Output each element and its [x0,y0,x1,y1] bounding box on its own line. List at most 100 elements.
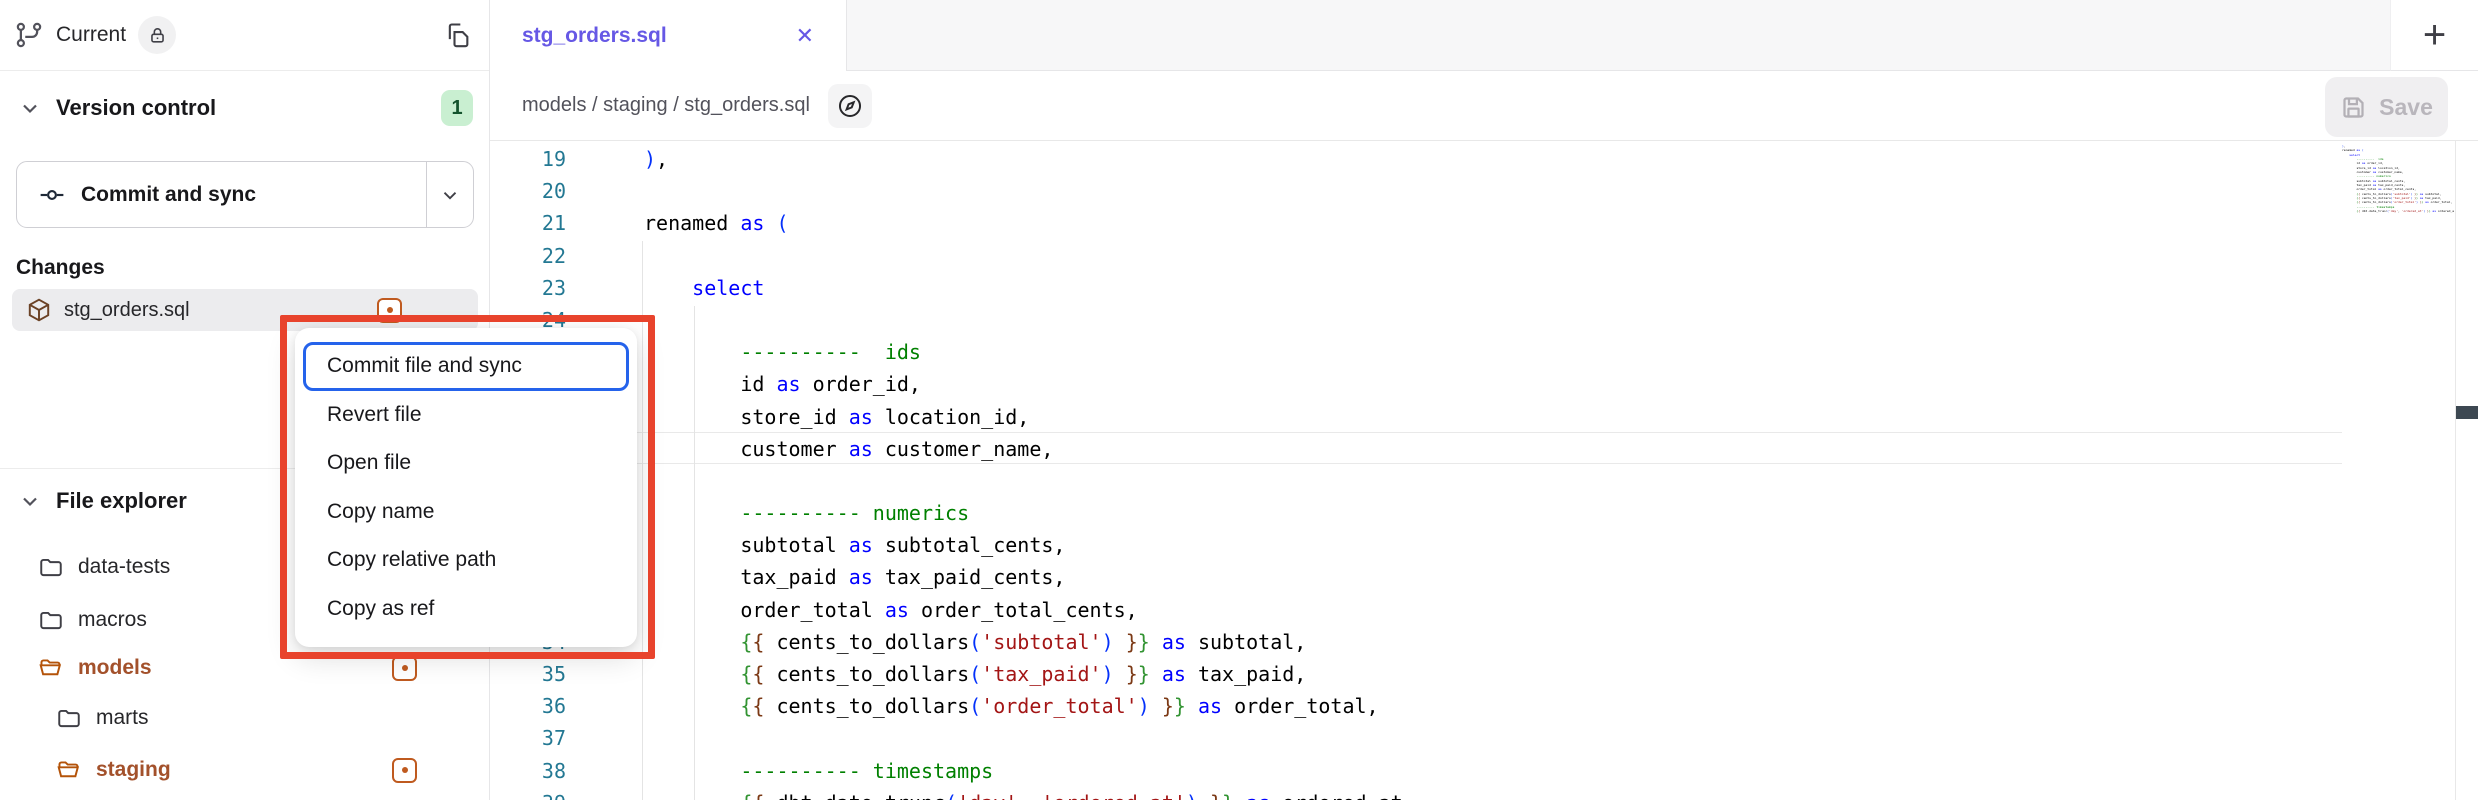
context-menu-item-open-file[interactable]: Open file [303,439,629,488]
minimap-line: {{ dbt.date_trunc('day', 'ordered_at') }… [2342,209,2454,213]
line-number: 21 [490,207,566,239]
line-content: {{ cents_to_dollars('tax_paid') }} as ta… [566,658,1306,690]
folder-item-models[interactable]: models [0,647,489,689]
code-line-23[interactable]: 23 select [490,272,2478,304]
folder-label: models [78,656,152,680]
code-line-36[interactable]: 36 {{ cents_to_dollars('order_total') }}… [490,690,2478,722]
line-content: renamed as ( [566,207,789,239]
copy-pages-icon [444,21,472,49]
lock-icon [148,26,167,45]
code-editor[interactable]: 19),2021renamed as (2223 select2425 ----… [490,141,2478,800]
context-menu-item-copy-name[interactable]: Copy name [303,488,629,537]
modified-file-icon [377,298,402,323]
minimap[interactable]: ),renamed as ( select ---------- ids id … [2342,144,2454,269]
line-number: 19 [490,143,566,175]
tab-stg-orders[interactable]: stg_orders.sql ✕ [490,0,847,71]
line-content: select [566,272,764,304]
chevron-down-icon [18,489,42,513]
line-number: 22 [490,240,566,272]
code-line-27[interactable]: 27 store_id as location_id, [490,401,2478,433]
tab-title: stg_orders.sql [522,24,667,48]
changes-count-badge: 1 [441,90,473,126]
line-content: {{ cents_to_dollars('order_total') }} as… [566,690,1379,722]
folder-open-icon [56,757,82,783]
code-line-31[interactable]: 31 subtotal as subtotal_cents, [490,529,2478,561]
line-number: 23 [490,272,566,304]
code-lines: 19),2021renamed as (2223 select2425 ----… [490,143,2478,800]
tab-bar: stg_orders.sql ✕ + [490,0,2478,71]
code-line-30[interactable]: 30 ---------- numerics [490,497,2478,529]
code-line-35[interactable]: 35 {{ cents_to_dollars('tax_paid') }} as… [490,658,2478,690]
code-line-34[interactable]: 34 {{ cents_to_dollars('subtotal') }} as… [490,626,2478,658]
line-content [566,175,644,207]
branch-name: Current [56,23,126,47]
overview-ruler-marker [2456,406,2478,419]
commit-and-sync-button[interactable]: Commit and sync [17,162,426,227]
code-line-29[interactable]: 29 [490,465,2478,497]
modified-folder-icon [392,758,417,783]
save-label: Save [2379,94,2433,121]
code-line-28[interactable]: 28 customer as customer_name, [490,433,2478,465]
line-content: ---------- timestamps [566,755,993,787]
file-explorer-title: File explorer [56,488,187,514]
code-line-33[interactable]: 33 order_total as order_total_cents, [490,594,2478,626]
folder-item-marts[interactable]: marts [0,697,489,739]
commit-options-dropdown[interactable] [426,162,473,227]
new-tab-button[interactable]: + [2423,15,2446,55]
model-cube-icon [26,297,52,323]
code-line-38[interactable]: 38 ---------- timestamps [490,755,2478,787]
version-control-title: Version control [56,95,216,121]
chevron-down-icon [18,96,42,120]
branch-readonly-badge [138,16,176,54]
folder-item-staging[interactable]: staging [0,749,489,791]
code-line-20[interactable]: 20 [490,175,2478,207]
line-content: ), [566,143,668,175]
chevron-down-icon [439,184,461,206]
code-line-25[interactable]: 25 ---------- ids [490,336,2478,368]
save-button[interactable]: Save [2325,77,2448,137]
code-line-32[interactable]: 32 tax_paid as tax_paid_cents, [490,561,2478,593]
floppy-disk-icon [2340,94,2367,121]
line-number: 38 [490,755,566,787]
close-tab-icon[interactable]: ✕ [792,21,818,51]
compass-icon [836,92,864,120]
changes-section-label: Changes [16,256,105,280]
line-content [566,722,644,754]
line-number: 20 [490,175,566,207]
line-number: 39 [490,787,566,800]
context-menu-item-commit-file-and-sync[interactable]: Commit file and sync [303,342,629,391]
folder-label: staging [96,758,171,782]
code-line-39[interactable]: 39 {{ dbt.date_trunc('day', 'ordered_at'… [490,787,2478,800]
code-line-21[interactable]: 21renamed as ( [490,207,2478,239]
version-control-header[interactable]: Version control 1 [18,88,473,128]
new-tab-zone: + [2390,0,2478,71]
folder-closed-icon [38,554,64,580]
folder-closed-icon [38,607,64,633]
context-menu-item-copy-as-ref[interactable]: Copy as ref [303,585,629,634]
commit-and-sync-label: Commit and sync [81,183,256,207]
line-content [566,240,644,272]
context-menu-item-revert-file[interactable]: Revert file [303,391,629,440]
line-content: order_total as order_total_cents, [566,594,1138,626]
lineage-button[interactable] [828,84,872,128]
code-line-37[interactable]: 37 [490,722,2478,754]
folder-label: macros [78,608,147,632]
line-content: {{ cents_to_dollars('subtotal') }} as su… [566,626,1306,658]
changed-file-row[interactable]: stg_orders.sql [12,289,478,331]
code-line-24[interactable]: 24 [490,304,2478,336]
line-number: 35 [490,658,566,690]
folder-open-icon [38,655,64,681]
context-menu-item-copy-relative-path[interactable]: Copy relative path [303,536,629,585]
code-line-22[interactable]: 22 [490,240,2478,272]
folder-closed-icon [56,705,82,731]
line-content: {{ dbt.date_trunc('day', 'ordered_at') }… [566,787,1415,800]
modified-folder-icon [392,656,417,681]
code-line-26[interactable]: 26 id as order_id, [490,368,2478,400]
line-number: 37 [490,722,566,754]
code-line-19[interactable]: 19), [490,143,2478,175]
commit-and-sync-split-button: Commit and sync [16,161,474,228]
folder-label: data-tests [78,555,170,579]
line-content: customer as customer_name, [566,433,1053,465]
file-context-menu: Commit file and syncRevert fileOpen file… [295,328,637,647]
duplicate-branch-button[interactable] [441,18,475,52]
